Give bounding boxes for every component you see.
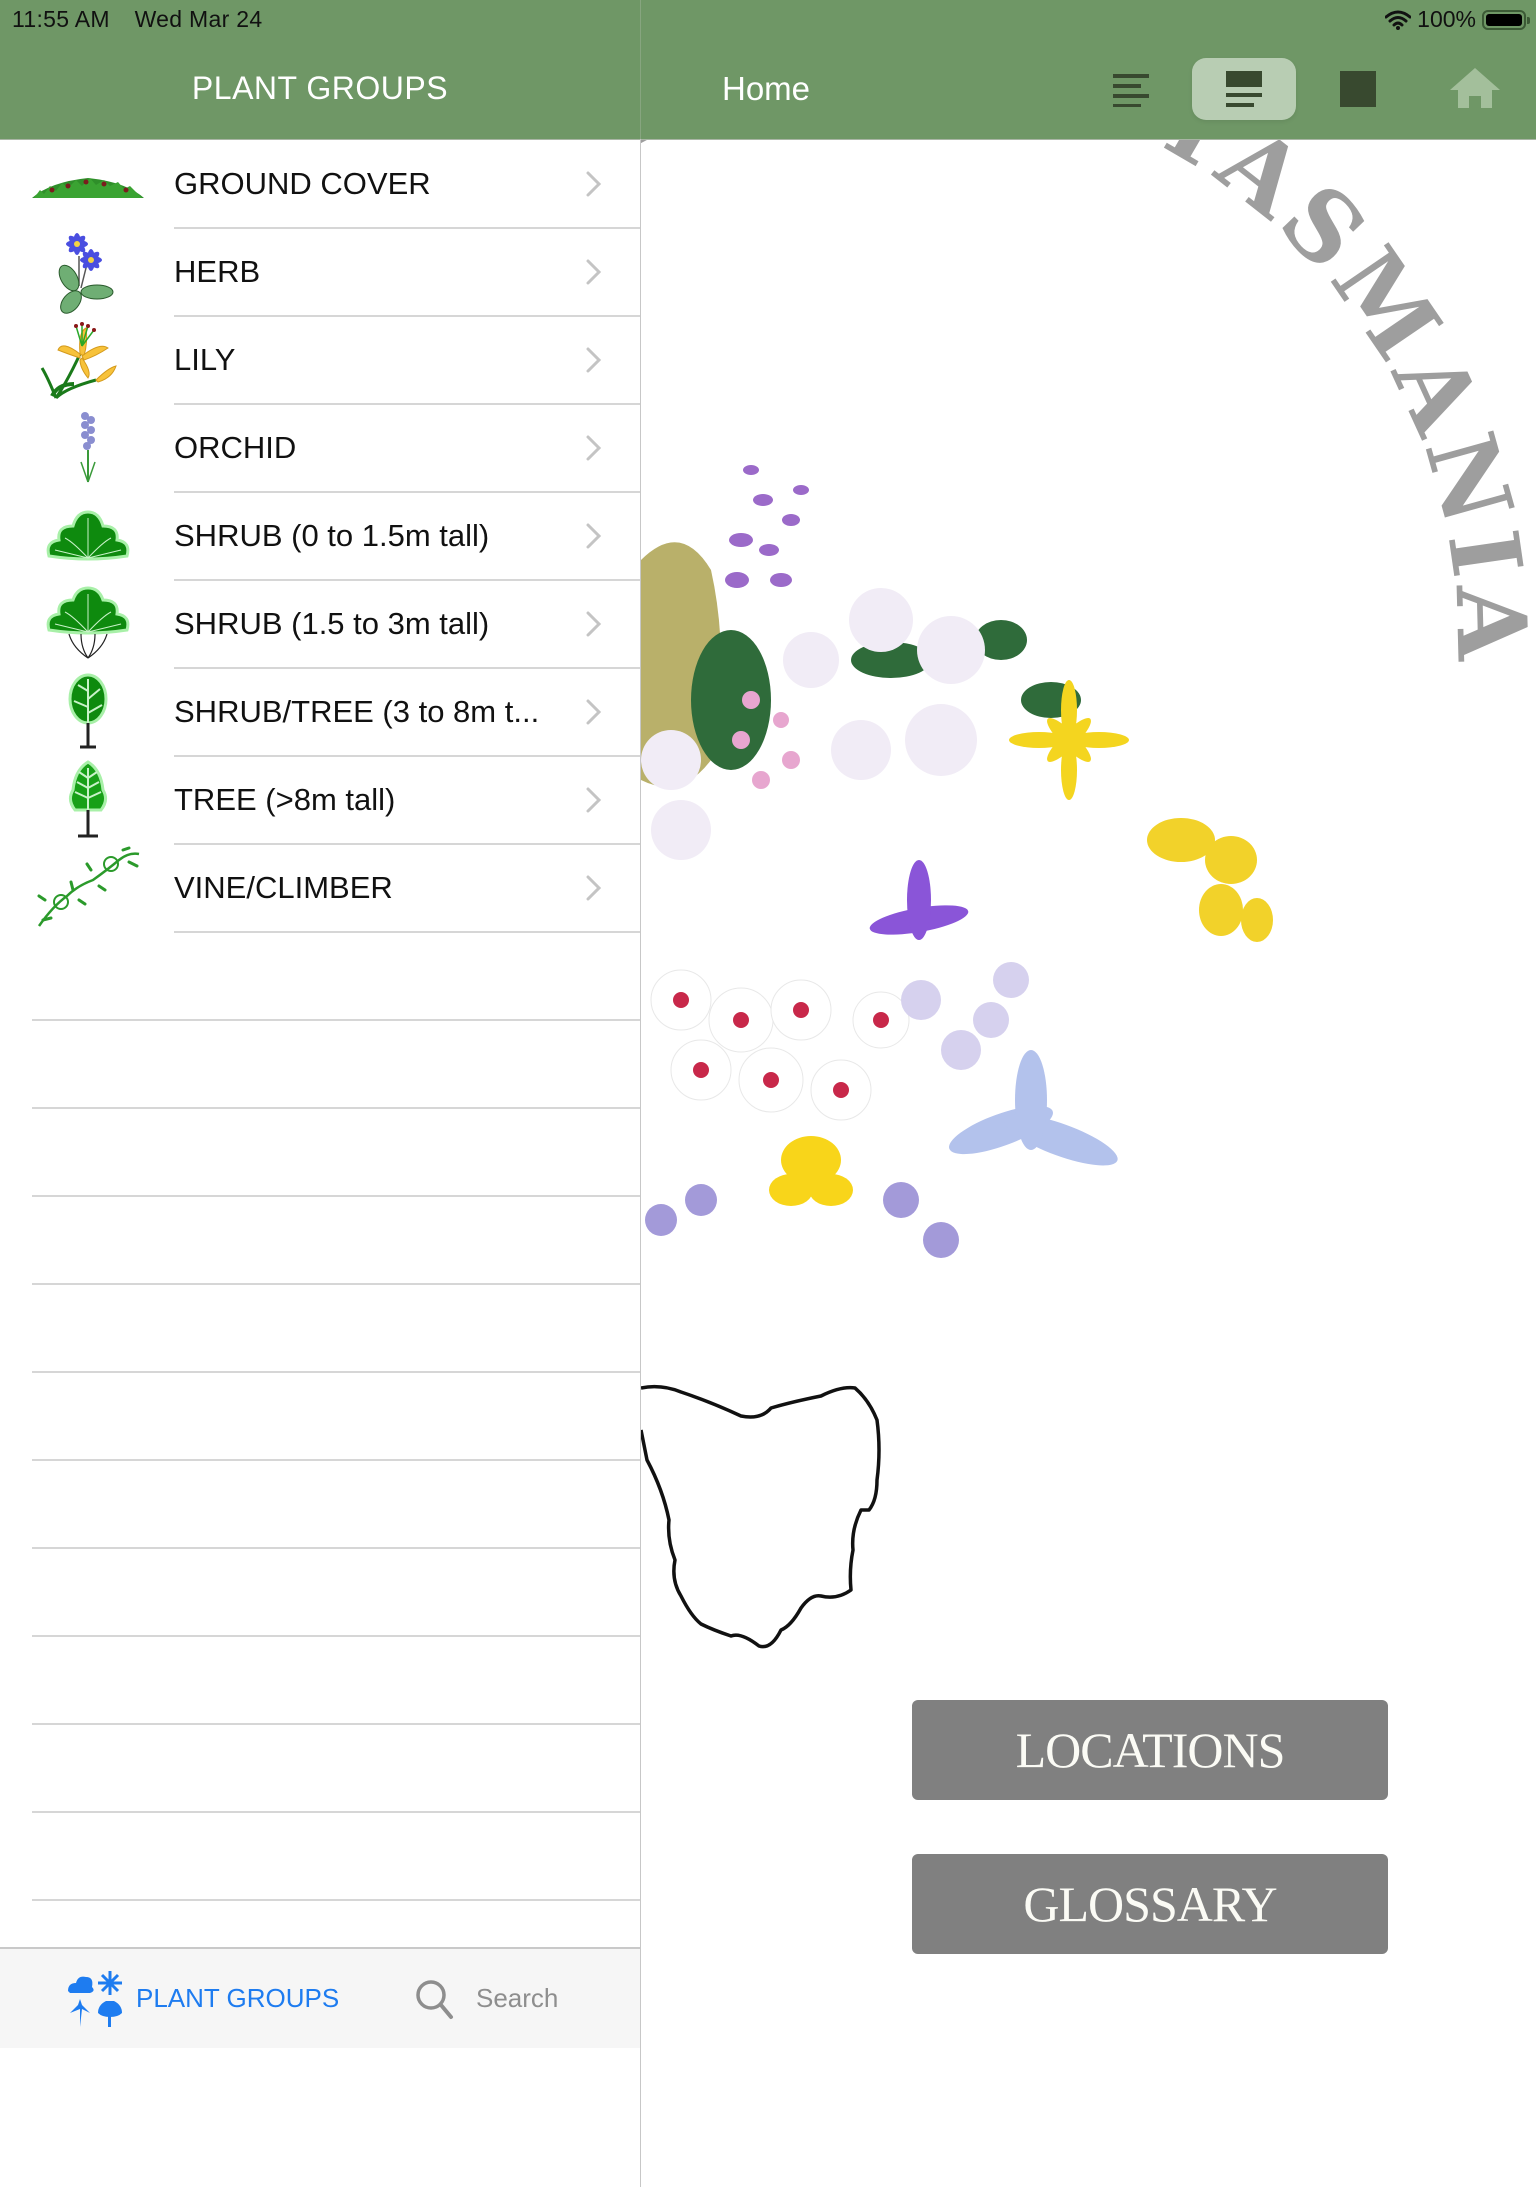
tab-search[interactable]: Search [414, 1949, 558, 2048]
empty-row-separator [32, 1107, 640, 1109]
locations-button[interactable]: LOCATIONS [912, 1700, 1388, 1800]
battery-full-icon [1482, 9, 1530, 30]
status-bar-right: 100% [1385, 6, 1530, 33]
empty-row-separator [32, 1899, 640, 1901]
status-bar-left: 11:55 AM Wed Mar 24 [12, 6, 280, 33]
home-icon [1450, 68, 1500, 108]
side-by-side-button[interactable] [1192, 58, 1296, 120]
tab-bar: PLANT GROUPS Search [0, 1947, 640, 2048]
ground-cover-icon [28, 146, 148, 222]
tab-search-label: Search [476, 1983, 559, 2013]
sidebar-only-icon [1113, 74, 1149, 107]
list-item-label: LILY [174, 342, 236, 377]
list-item-vine[interactable]: VINE/CLIMBER [0, 844, 640, 932]
list-item-small-shrub[interactable]: SHRUB (0 to 1.5m tall) [0, 492, 640, 580]
chevron-right-icon [586, 699, 602, 725]
list-item-label: HERB [174, 254, 261, 289]
chevron-right-icon [586, 435, 602, 461]
chevron-right-icon [586, 611, 602, 637]
svg-text:PLANTS OF TASMANIA: PLANTS OF TASMANIA [641, 140, 1536, 667]
empty-row-separator [32, 1283, 640, 1285]
empty-row-separator [32, 1459, 640, 1461]
content-only-icon [1340, 71, 1376, 107]
tab-plant-groups[interactable]: PLANT GROUPS [66, 1949, 339, 2048]
plant-groups-icon [68, 1970, 122, 2027]
list-item-label: VINE/CLIMBER [174, 870, 393, 905]
list-item-label: ORCHID [174, 430, 297, 465]
tasmania-map-outline [641, 1384, 881, 1649]
page-title: Home [722, 70, 811, 107]
side-by-side-icon [1226, 71, 1262, 107]
empty-row-separator [32, 1635, 640, 1637]
tall-shrub-icon [28, 586, 148, 662]
plant-groups-list: GROUND COVER HERB LILY ORCHID SHRUB (0 t… [0, 140, 640, 1948]
orchid-icon [28, 410, 148, 486]
list-item-tall-shrub[interactable]: SHRUB (1.5 to 3m tall) [0, 580, 640, 668]
header-bar: 11:55 AM Wed Mar 24 100% PLANT GROUPS Ho… [0, 0, 1536, 140]
list-item-label: GROUND COVER [174, 166, 431, 201]
list-item-label: SHRUB/TREE (3 to 8m t... [174, 694, 540, 729]
battery-percent: 100% [1417, 6, 1476, 32]
flower-bouquet-image [641, 465, 1273, 1258]
herb-icon [28, 233, 148, 314]
list-item-shrub-tree[interactable]: SHRUB/TREE (3 to 8m t... [0, 668, 640, 756]
status-time: 11:55 AM [12, 6, 110, 32]
tree-icon [28, 760, 148, 838]
chevron-right-icon [586, 875, 602, 901]
header-divider [640, 0, 641, 139]
home-content: PLANTS OF TASMANIA LOCATIONS GLOS [641, 140, 1536, 2048]
display-mode-control [1078, 58, 1408, 120]
tab-plant-groups-label: PLANT GROUPS [136, 1983, 340, 2013]
chevron-right-icon [586, 787, 602, 813]
plants-of-tasmania-logo: PLANTS OF TASMANIA [641, 140, 1536, 1258]
chevron-right-icon [586, 171, 602, 197]
status-date: Wed Mar 24 [134, 6, 263, 32]
empty-row-separator [32, 1019, 640, 1021]
chevron-right-icon [586, 523, 602, 549]
empty-row-separator [32, 1811, 640, 1813]
list-item-tree[interactable]: TREE (>8m tall) [0, 756, 640, 844]
search-icon [416, 1979, 453, 2019]
sidebar-title: PLANT GROUPS [191, 70, 449, 106]
list-item-lily[interactable]: LILY [0, 316, 640, 404]
list-item-orchid[interactable]: ORCHID [0, 404, 640, 492]
sidebar-only-button[interactable] [1078, 58, 1182, 120]
content-only-button[interactable] [1306, 58, 1410, 120]
row-separator [174, 931, 640, 933]
chevron-right-icon [586, 347, 602, 373]
list-item-ground-cover[interactable]: GROUND COVER [0, 140, 640, 228]
home-button[interactable] [1448, 66, 1502, 110]
list-item-herb[interactable]: HERB [0, 228, 640, 316]
list-item-label: SHRUB (0 to 1.5m tall) [174, 518, 490, 553]
chevron-right-icon [586, 259, 602, 285]
wifi-icon [1385, 10, 1412, 30]
list-item-label: TREE (>8m tall) [174, 782, 396, 817]
vine-icon [28, 846, 148, 927]
empty-row-separator [32, 1723, 640, 1725]
small-shrub-icon [28, 498, 148, 574]
logo-arc-text: PLANTS OF TASMANIA [641, 140, 1536, 667]
shrub-tree-icon [28, 673, 148, 750]
lily-icon [28, 322, 148, 400]
empty-row-separator [32, 1371, 640, 1373]
empty-row-separator [32, 1547, 640, 1549]
glossary-button[interactable]: GLOSSARY [912, 1854, 1388, 1954]
list-item-label: SHRUB (1.5 to 3m tall) [174, 606, 490, 641]
empty-row-separator [32, 1195, 640, 1197]
